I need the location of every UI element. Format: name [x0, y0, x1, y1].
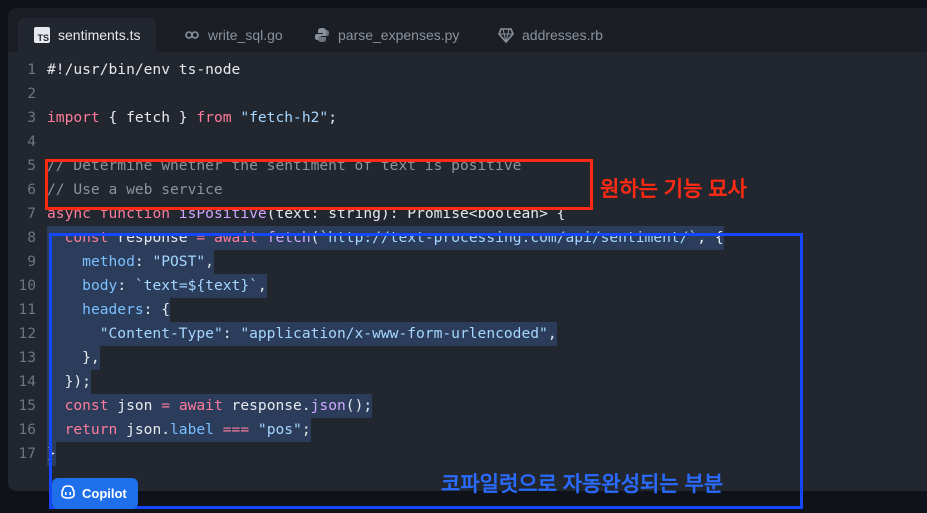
autocomplete-annotation: 코파일럿으로 자동완성되는 부분: [441, 473, 724, 496]
line-number: 5: [27, 157, 36, 174]
line-number: 17: [18, 445, 36, 462]
tab-sentiments-ts[interactable]: TS sentiments.ts: [18, 18, 157, 52]
line-number: 2: [27, 85, 36, 102]
line-number: 3: [27, 109, 36, 126]
code-text: #!/usr/bin/env ts-node: [47, 58, 240, 82]
code-line[interactable]: 4: [0, 130, 919, 154]
line-number: 9: [27, 253, 36, 270]
tab-label: write_sql.go: [208, 27, 283, 43]
line-number: 11: [18, 301, 36, 318]
ruby-icon: [498, 27, 514, 43]
line-number: 10: [18, 277, 36, 294]
code-line[interactable]: 1 #!/usr/bin/env ts-node: [0, 58, 919, 82]
code-line[interactable]: 3 import { fetch } from "fetch-h2";: [0, 106, 919, 130]
code-text: import { fetch } from "fetch-h2";: [47, 106, 337, 130]
prompt-comment-annotation: 원하는 기능 묘사: [600, 178, 747, 201]
code-token: #!/usr/bin/env ts-node: [47, 61, 241, 78]
code-token: { fetch }: [99, 109, 197, 126]
tab-write-sql-go[interactable]: write_sql.go: [184, 18, 283, 52]
code-token: ;: [328, 109, 337, 126]
tab-parse-expenses-py[interactable]: parse_expenses.py: [314, 18, 459, 52]
code-token: "fetch-h2": [240, 109, 329, 126]
line-number: 8: [27, 229, 36, 246]
copilot-button[interactable]: Copilot: [52, 478, 138, 509]
line-number: 12: [18, 325, 36, 342]
typescript-icon: TS: [34, 27, 50, 43]
tab-bar: TS sentiments.ts write_sql.go parse_expe…: [8, 8, 927, 52]
code-line[interactable]: 2: [0, 82, 919, 106]
code-token: from: [196, 109, 232, 126]
code-token: import: [47, 109, 100, 126]
go-icon: [184, 27, 200, 43]
line-number: 16: [18, 421, 36, 438]
line-number: 7: [27, 205, 36, 222]
line-number: 15: [18, 397, 36, 414]
tab-addresses-rb[interactable]: addresses.rb: [498, 18, 603, 52]
python-icon: [314, 27, 330, 43]
line-number: 14: [18, 373, 36, 390]
tab-label: parse_expenses.py: [338, 27, 460, 43]
tab-label: sentiments.ts: [58, 27, 141, 43]
copilot-label: Copilot: [82, 486, 127, 501]
tab-label: addresses.rb: [522, 27, 603, 43]
copilot-icon: [60, 485, 76, 502]
prompt-comment-highlight-box: [45, 159, 593, 210]
line-number: 13: [18, 349, 36, 366]
line-number: 1: [27, 61, 36, 78]
line-number: 6: [27, 181, 36, 198]
line-number: 4: [27, 133, 36, 150]
